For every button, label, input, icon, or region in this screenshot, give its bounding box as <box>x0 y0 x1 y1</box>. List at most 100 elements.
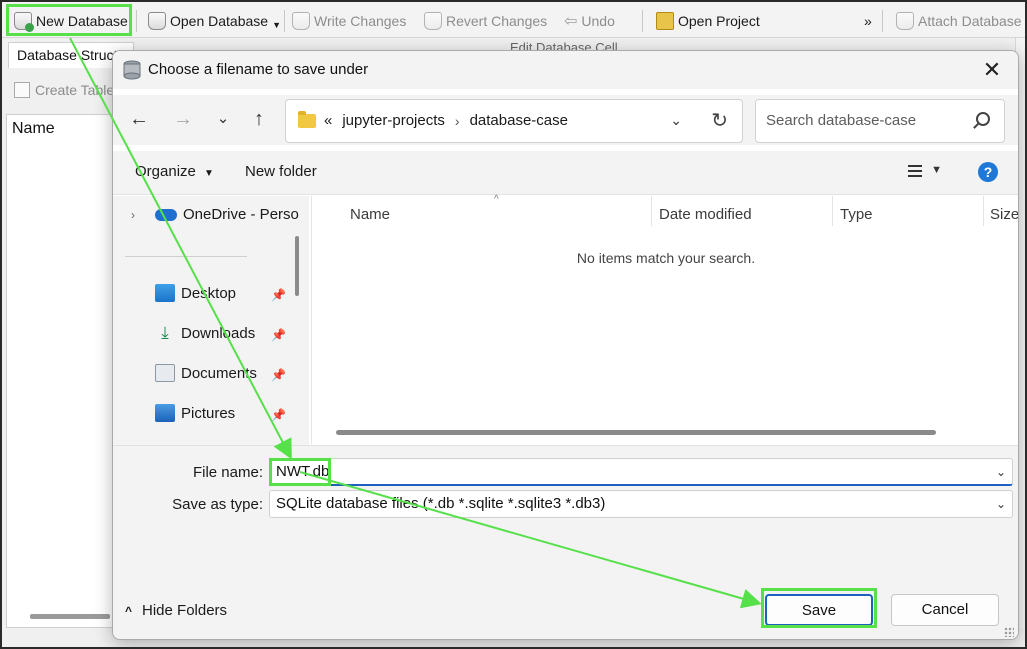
undo-icon: ⇦ <box>564 13 578 30</box>
new-database-icon <box>14 12 34 32</box>
downloads-icon: ⤓ <box>161 323 169 342</box>
onedrive-cloud-icon <box>155 208 177 221</box>
chevron-up-icon: ^ <box>125 603 133 618</box>
nav-divider <box>125 256 247 257</box>
expand-chevron-icon[interactable]: › <box>131 208 135 222</box>
pin-icon: 📌 <box>271 288 286 302</box>
folder-navigation-pane: › OneDrive - Perso Desktop 📌 ⤓ Downloads… <box>113 196 309 446</box>
undo-label: Undo <box>581 13 615 29</box>
hide-folders-label: Hide Folders <box>142 602 228 619</box>
undo-button[interactable]: ⇦ Undo <box>564 8 615 34</box>
breadcrumb-separator: › <box>454 112 460 129</box>
file-list-scrollbar[interactable] <box>336 430 936 435</box>
write-changes-label: Write Changes <box>314 13 407 29</box>
column-name[interactable]: Name <box>350 206 390 223</box>
dialog-title: Choose a filename to save under <box>148 61 369 78</box>
pin-icon: 📌 <box>271 368 286 382</box>
view-options-caret-icon[interactable]: ▼ <box>931 164 942 176</box>
file-name-label: File name: <box>192 464 263 481</box>
close-icon[interactable]: ✕ <box>980 57 1004 83</box>
tab-label: Database Structu <box>17 47 126 63</box>
database-app-icon <box>123 60 141 80</box>
breadcrumb-database-case[interactable]: database-case <box>470 112 568 129</box>
open-database-label: Open Database <box>170 13 269 29</box>
column-type[interactable]: Type <box>840 206 873 223</box>
nav-item-onedrive[interactable]: OneDrive - Perso <box>155 206 299 223</box>
sort-caret-icon: ^ <box>494 194 499 205</box>
save-as-type-chevron-icon[interactable]: ⌄ <box>996 497 1006 511</box>
up-arrow-icon[interactable]: ↑ <box>247 109 271 129</box>
view-options-icon[interactable] <box>908 165 922 177</box>
address-bar[interactable]: « jupyter-projects › database-case ⌄ ↻ <box>285 99 743 143</box>
create-table-label: Create Table <box>35 82 115 98</box>
save-button[interactable]: Save <box>765 594 873 626</box>
navigation-bar: ← → ⌄ ↑ « jupyter-projects › database-ca… <box>113 95 1018 145</box>
nav-item-label: Downloads <box>181 324 256 342</box>
save-as-type-label: Save as type: <box>172 496 263 513</box>
main-toolbar: New Database Open Database ▼ Write Chang… <box>2 2 1025 38</box>
attach-database-icon <box>896 12 914 30</box>
write-changes-button[interactable]: Write Changes <box>292 8 406 34</box>
more-tools-button[interactable]: » <box>864 8 872 34</box>
address-history-chevron-icon[interactable]: ⌄ <box>670 112 682 129</box>
new-database-label: New Database <box>36 13 128 29</box>
file-list: ^ Name Date modified Type Size No items … <box>311 194 1018 444</box>
search-icon <box>976 112 990 126</box>
folder-icon <box>298 111 316 128</box>
breadcrumb: « jupyter-projects › database-case <box>324 112 568 129</box>
save-as-type-select[interactable]: SQLite database files (*.db *.sqlite *.s… <box>269 490 1013 518</box>
nav-item-label: Pictures <box>181 404 236 422</box>
save-options-panel: File name: NWT.db ⌄ Save as type: SQLite… <box>113 445 1018 639</box>
write-changes-icon <box>292 12 310 30</box>
pin-icon: 📌 <box>271 408 286 422</box>
revert-changes-label: Revert Changes <box>446 13 548 29</box>
organize-caret-icon: ▼ <box>204 168 214 179</box>
organize-label: Organize <box>135 163 196 180</box>
open-project-label: Open Project <box>678 13 760 29</box>
open-database-button[interactable]: Open Database ▼ <box>148 8 281 34</box>
help-icon[interactable]: ? <box>978 162 998 182</box>
nav-item-label: Documents <box>181 364 257 382</box>
save-as-type-value: SQLite database files (*.db *.sqlite *.s… <box>276 495 606 512</box>
breadcrumb-overflow[interactable]: « <box>324 112 332 129</box>
attach-database-label: Attach Database <box>918 13 1022 29</box>
recent-locations-chevron-icon[interactable]: ⌄ <box>211 109 235 129</box>
cancel-button[interactable]: Cancel <box>891 594 999 626</box>
nav-item-label: Desktop <box>181 284 237 302</box>
hide-folders-button[interactable]: ^ Hide Folders <box>125 602 227 619</box>
new-folder-label: New folder <box>245 163 317 180</box>
open-project-button[interactable]: Open Project <box>656 8 760 34</box>
command-bar: Organize ▼ New folder ▼ ? <box>113 151 1018 195</box>
new-folder-button[interactable]: New folder <box>245 163 317 180</box>
column-date-modified[interactable]: Date modified <box>659 206 752 223</box>
open-database-icon <box>148 12 166 30</box>
create-table-icon <box>14 82 30 98</box>
documents-icon <box>155 364 175 382</box>
save-dialog: Choose a filename to save under ✕ ← → ⌄ … <box>112 50 1019 640</box>
chevron-down-icon[interactable]: ▼ <box>272 20 281 30</box>
empty-message: No items match your search. <box>576 250 756 266</box>
resize-grip[interactable] <box>1004 627 1014 637</box>
organize-menu[interactable]: Organize ▼ <box>135 163 214 180</box>
new-database-button[interactable]: New Database <box>14 8 128 34</box>
column-size[interactable]: Size <box>990 206 1018 223</box>
file-name-field[interactable]: NWT.db ⌄ <box>269 458 1013 486</box>
back-arrow-icon[interactable]: ← <box>127 109 151 129</box>
file-name-input[interactable]: NWT.db <box>276 463 329 480</box>
search-input[interactable]: Search database-case <box>766 112 916 129</box>
structure-scrollbar[interactable] <box>30 614 110 619</box>
pictures-icon <box>155 404 175 422</box>
create-table-button[interactable]: Create Table <box>14 82 114 98</box>
search-box[interactable]: Search database-case <box>755 99 1005 143</box>
refresh-icon[interactable]: ↻ <box>711 108 728 133</box>
revert-changes-button[interactable]: Revert Changes <box>424 8 547 34</box>
more-label: » <box>864 13 872 29</box>
open-project-icon <box>656 12 674 30</box>
structure-panel <box>6 114 116 628</box>
breadcrumb-jupyter-projects[interactable]: jupyter-projects <box>342 112 445 129</box>
forward-arrow-icon[interactable]: → <box>171 109 195 129</box>
pin-icon: 📌 <box>271 328 286 342</box>
name-column-header: Name <box>12 120 55 137</box>
attach-database-button[interactable]: Attach Database <box>896 8 1022 34</box>
file-name-chevron-icon[interactable]: ⌄ <box>996 465 1006 479</box>
